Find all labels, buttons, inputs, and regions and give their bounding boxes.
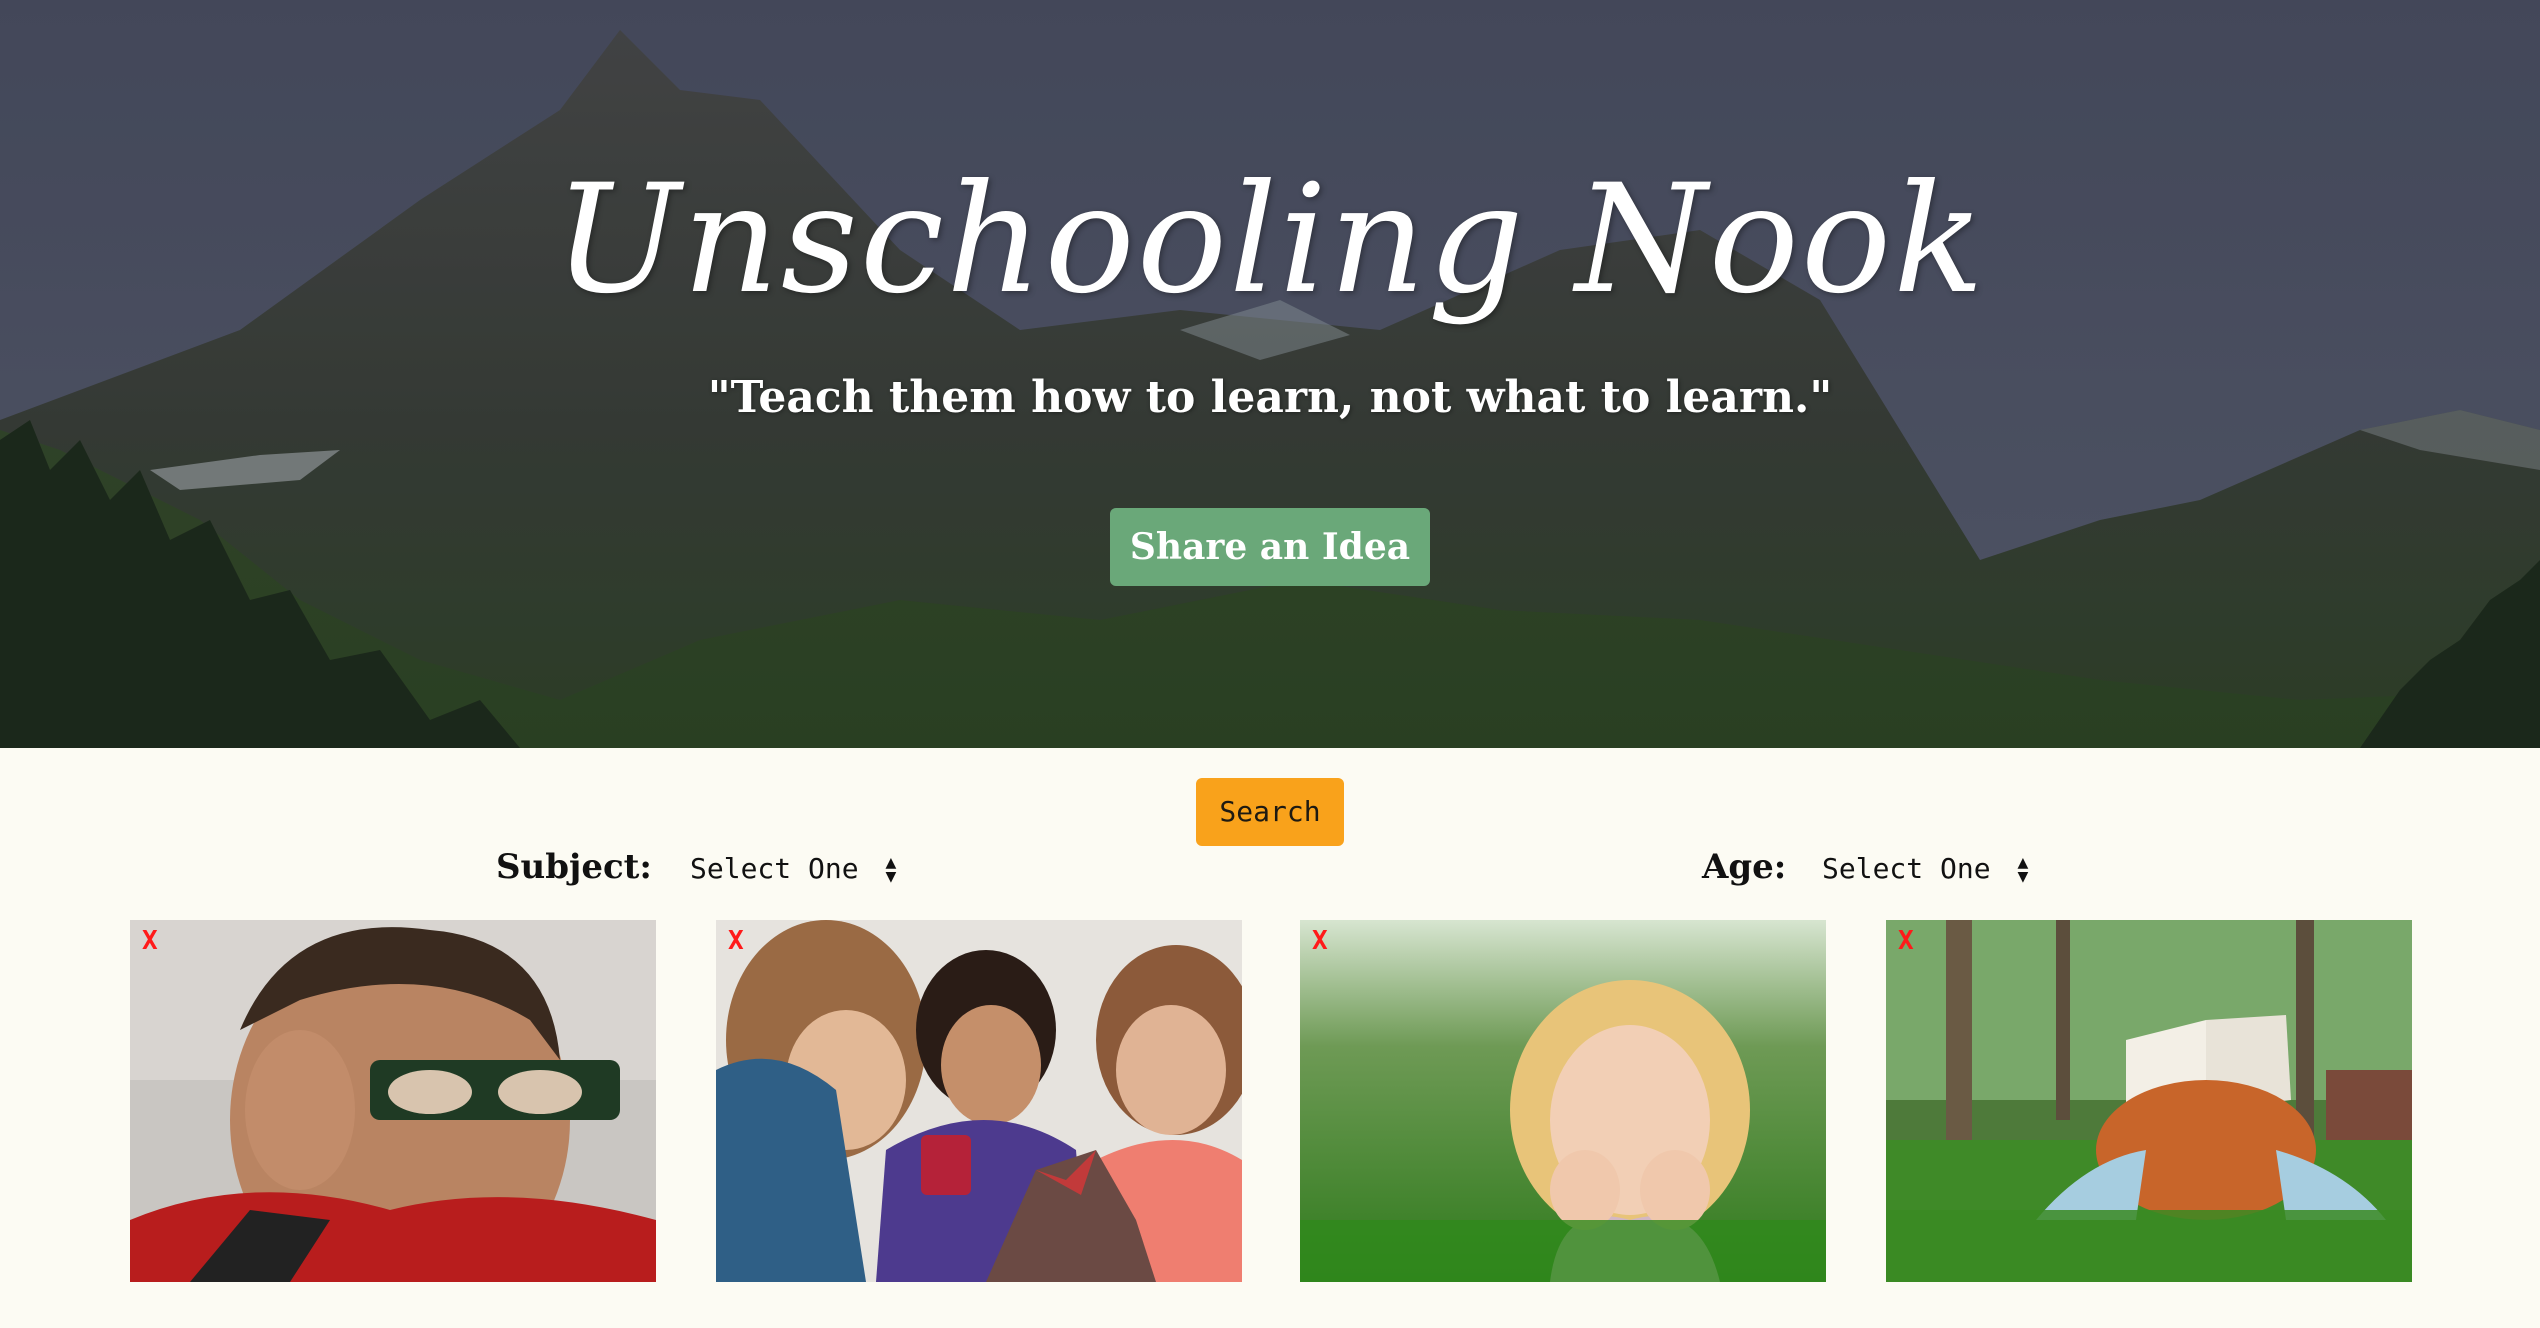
select-arrows-icon: ▲ ▼ (2017, 852, 2029, 887)
idea-card-image (1886, 920, 2412, 1282)
age-select[interactable]: Select One ▲ ▼ (1822, 846, 2028, 892)
subject-select-value: Select One (690, 852, 859, 885)
subject-label: Subject: (496, 847, 652, 887)
select-arrows-icon: ▲ ▼ (885, 852, 897, 887)
share-idea-button[interactable]: Share an Idea (1110, 508, 1430, 586)
site-tagline: "Teach them how to learn, not what to le… (707, 372, 1833, 423)
hero-banner: Unschooling Nook "Teach them how to lear… (0, 0, 2540, 748)
idea-card[interactable]: X (716, 920, 1242, 1282)
age-label: Age: (1702, 847, 1787, 887)
remove-card-button[interactable]: X (1898, 926, 1914, 956)
age-select-value: Select One (1822, 852, 1991, 885)
idea-card[interactable]: X (1886, 920, 2412, 1282)
remove-card-button[interactable]: X (728, 926, 744, 956)
idea-card-image (130, 920, 656, 1282)
idea-card[interactable]: X (130, 920, 656, 1282)
remove-card-button[interactable]: X (142, 926, 158, 956)
site-title: Unschooling Nook (553, 153, 1987, 327)
idea-card[interactable]: X (1300, 920, 1826, 1282)
idea-card-image (1300, 920, 1826, 1282)
idea-card-image (716, 920, 1242, 1282)
subject-select[interactable]: Select One ▲ ▼ (690, 846, 896, 892)
search-button[interactable]: Search (1196, 778, 1344, 846)
remove-card-button[interactable]: X (1312, 926, 1328, 956)
